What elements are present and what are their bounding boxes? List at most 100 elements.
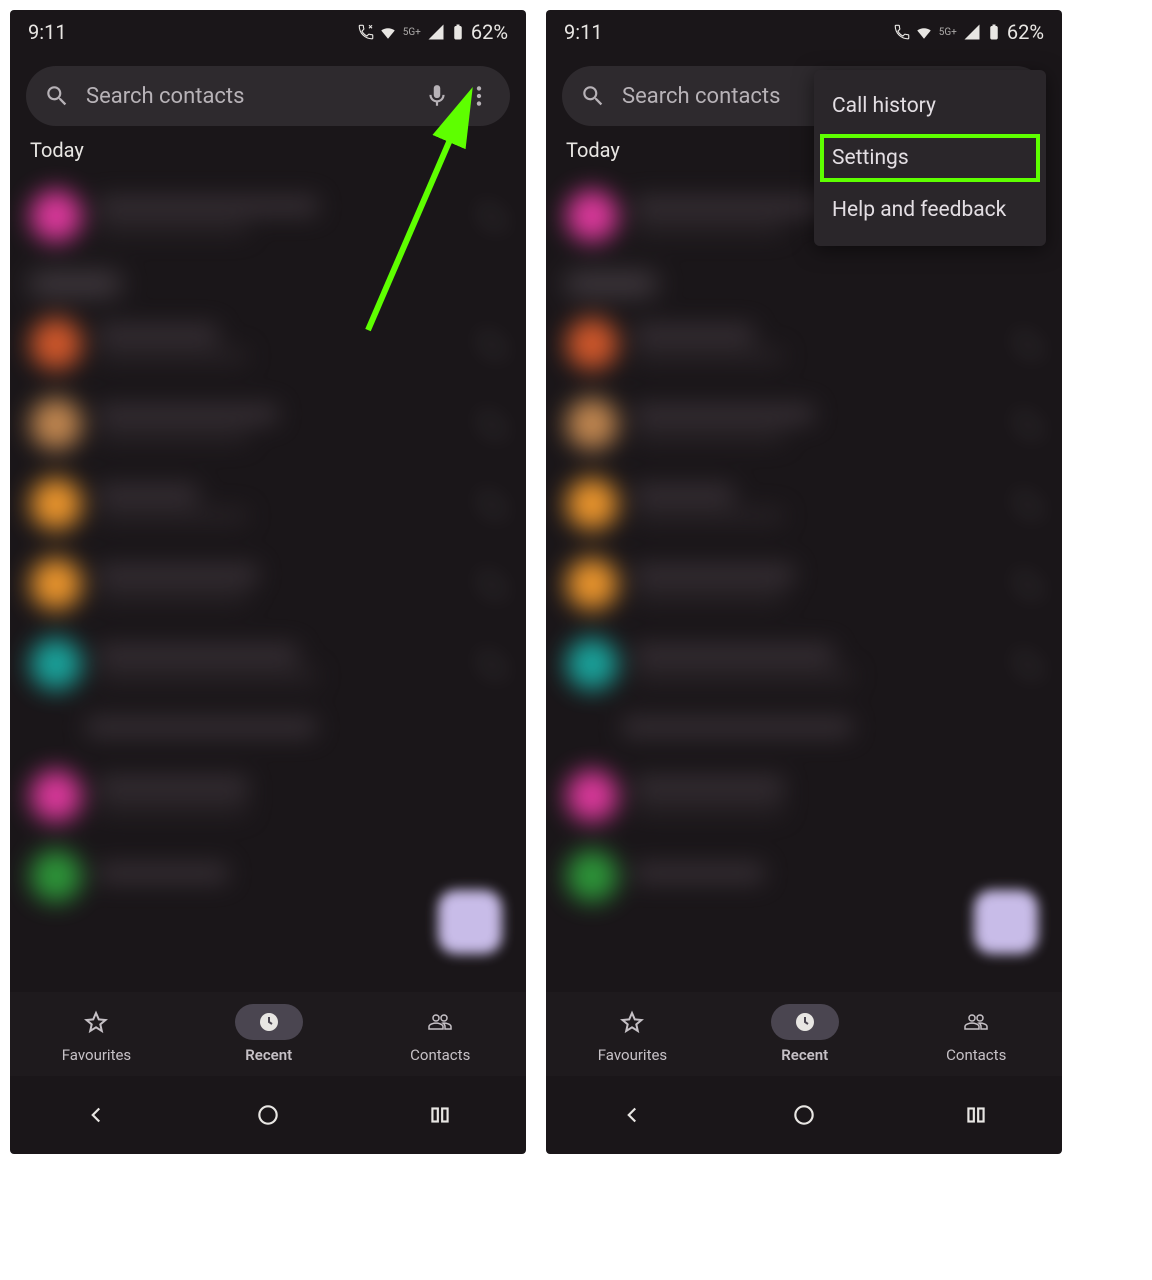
- avatar: [30, 398, 82, 450]
- system-nav-bar: [10, 1076, 526, 1154]
- nav-contacts[interactable]: Contacts: [406, 1004, 474, 1064]
- phone-screenshot-left: 9:11 5G+ 62% Search contacts Today: [10, 10, 526, 1154]
- call-icon[interactable]: [1016, 411, 1042, 437]
- call-log-content: Today: [10, 138, 526, 916]
- status-bar: 9:11 5G+ 62%: [546, 10, 1062, 54]
- nav-recent[interactable]: Recent: [235, 1004, 303, 1064]
- nav-favourites[interactable]: Favourites: [62, 1004, 131, 1064]
- call-icon[interactable]: [480, 331, 506, 357]
- avatar: [566, 638, 618, 690]
- status-icons: 5G+ 62%: [893, 20, 1044, 44]
- call-icon[interactable]: [1016, 491, 1042, 517]
- dialpad-fab[interactable]: [438, 890, 502, 954]
- call-icon[interactable]: [1016, 331, 1042, 357]
- call-icon[interactable]: [1016, 651, 1042, 677]
- search-bar[interactable]: Search contacts: [26, 66, 510, 126]
- battery-icon: [985, 23, 1003, 41]
- call-row[interactable]: [562, 544, 1046, 624]
- status-time: 9:11: [564, 20, 603, 44]
- section-header-today: Today: [30, 138, 506, 162]
- nav-label: Favourites: [62, 1046, 131, 1064]
- call-row[interactable]: [26, 624, 510, 704]
- blurred-call-list: [562, 176, 1046, 916]
- avatar: [30, 558, 82, 610]
- nav-label: Contacts: [410, 1046, 470, 1064]
- clock-icon: [257, 1010, 281, 1034]
- bottom-nav: Favourites Recent Contacts: [10, 992, 526, 1076]
- avatar: [30, 770, 82, 822]
- dialpad-fab[interactable]: [974, 890, 1038, 954]
- avatar: [566, 558, 618, 610]
- call-icon[interactable]: [480, 571, 506, 597]
- network-type-label: 5G+: [403, 27, 421, 38]
- call-row[interactable]: [562, 704, 1046, 756]
- bottom-nav: Favourites Recent Contacts: [546, 992, 1062, 1076]
- avatar: [566, 318, 618, 370]
- nav-contacts[interactable]: Contacts: [942, 1004, 1010, 1064]
- status-time: 9:11: [28, 20, 67, 44]
- call-row[interactable]: [26, 704, 510, 756]
- battery-percent: 62%: [471, 20, 508, 44]
- back-icon[interactable]: [619, 1102, 645, 1128]
- network-type-label: 5G+: [939, 27, 957, 38]
- cellular-signal-icon: [427, 23, 445, 41]
- nav-favourites[interactable]: Favourites: [598, 1004, 667, 1064]
- phone-screenshot-right: 9:11 5G+ 62% Search contacts Today: [546, 10, 1062, 1154]
- call-icon[interactable]: [480, 411, 506, 437]
- avatar: [566, 770, 618, 822]
- call-log-content: Today: [546, 138, 1062, 916]
- people-icon: [428, 1010, 452, 1034]
- home-icon[interactable]: [255, 1102, 281, 1128]
- overview-icon[interactable]: [963, 1102, 989, 1128]
- avatar: [30, 638, 82, 690]
- menu-item-settings[interactable]: Settings: [820, 134, 1040, 182]
- avatar: [30, 478, 82, 530]
- star-icon: [620, 1010, 644, 1034]
- search-icon: [44, 83, 70, 109]
- search-placeholder: Search contacts: [86, 84, 408, 109]
- call-row[interactable]: [26, 176, 510, 256]
- menu-item-call-history[interactable]: Call history: [814, 78, 1046, 134]
- nav-label: Favourites: [598, 1046, 667, 1064]
- call-row[interactable]: [562, 624, 1046, 704]
- nav-label: Recent: [245, 1046, 292, 1064]
- status-bar: 9:11 5G+ 62%: [10, 10, 526, 54]
- call-row[interactable]: [562, 464, 1046, 544]
- nav-recent[interactable]: Recent: [771, 1004, 839, 1064]
- call-icon[interactable]: [1016, 571, 1042, 597]
- call-row[interactable]: [26, 304, 510, 384]
- cellular-signal-icon: [963, 23, 981, 41]
- back-icon[interactable]: [83, 1102, 109, 1128]
- star-icon: [84, 1010, 108, 1034]
- call-row[interactable]: [26, 464, 510, 544]
- call-icon[interactable]: [480, 203, 506, 229]
- call-row[interactable]: [26, 544, 510, 624]
- clock-icon: [793, 1010, 817, 1034]
- mic-icon[interactable]: [424, 83, 450, 109]
- wifi-icon: [379, 23, 397, 41]
- call-row[interactable]: [562, 304, 1046, 384]
- avatar: [30, 318, 82, 370]
- overflow-menu: Call history Settings Help and feedback: [814, 70, 1046, 246]
- home-icon[interactable]: [791, 1102, 817, 1128]
- overview-icon[interactable]: [427, 1102, 453, 1128]
- call-row[interactable]: [562, 384, 1046, 464]
- status-icons: 5G+ 62%: [357, 20, 508, 44]
- call-icon[interactable]: [480, 651, 506, 677]
- call-row[interactable]: [26, 384, 510, 464]
- avatar: [566, 850, 618, 902]
- call-row[interactable]: [562, 756, 1046, 836]
- avatar: [30, 190, 82, 242]
- call-icon[interactable]: [480, 491, 506, 517]
- people-icon: [964, 1010, 988, 1034]
- avatar: [566, 190, 618, 242]
- nav-label: Recent: [781, 1046, 828, 1064]
- wifi-calling-icon: [893, 23, 911, 41]
- system-nav-bar: [546, 1076, 1062, 1154]
- call-row[interactable]: [26, 756, 510, 836]
- menu-item-help-feedback[interactable]: Help and feedback: [814, 182, 1046, 238]
- more-menu-icon[interactable]: [466, 83, 492, 109]
- avatar: [566, 478, 618, 530]
- battery-icon: [449, 23, 467, 41]
- wifi-calling-icon: [357, 23, 375, 41]
